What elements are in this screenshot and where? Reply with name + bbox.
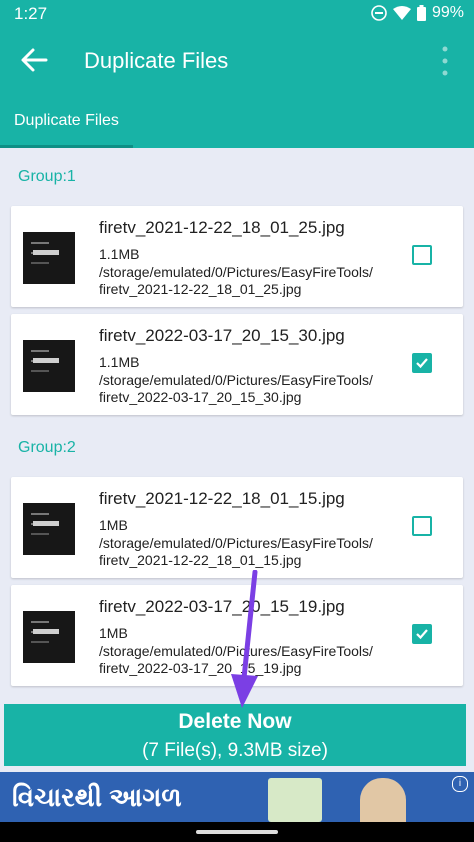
select-checkbox[interactable] xyxy=(412,245,432,265)
dnd-icon xyxy=(371,5,387,21)
file-name: firetv_2021-12-22_18_01_15.jpg xyxy=(99,489,345,508)
checkmark-icon xyxy=(416,629,428,640)
file-path: /storage/emulated/0/Pictures/EasyFireToo… xyxy=(99,535,373,568)
status-icons: 99% xyxy=(371,4,464,22)
file-card[interactable]: firetv_2021-12-22_18_01_25.jpg 1.1MB /st… xyxy=(11,206,463,307)
file-thumbnail xyxy=(23,503,75,555)
ad-person-image xyxy=(360,778,406,822)
file-size: 1MB xyxy=(99,625,128,641)
home-gesture-handle[interactable] xyxy=(196,830,278,834)
group-label: Group:2 xyxy=(18,439,76,456)
page-title: Duplicate Files xyxy=(84,48,229,73)
wifi-icon xyxy=(392,6,411,20)
file-size: 1.1MB xyxy=(99,354,140,370)
delete-summary: (7 File(s), 9.3MB size) xyxy=(142,740,328,761)
file-name: firetv_2022-03-17_20_15_19.jpg xyxy=(99,597,345,616)
file-thumbnail xyxy=(23,232,75,284)
status-bar: 1:27 99% xyxy=(0,0,474,28)
file-name: firetv_2022-03-17_20_15_30.jpg xyxy=(99,326,345,345)
ad-info-icon[interactable]: i xyxy=(452,776,468,792)
ad-product-image xyxy=(268,778,322,822)
file-thumbnail xyxy=(23,340,75,392)
file-path: /storage/emulated/0/Pictures/EasyFireToo… xyxy=(99,372,373,405)
group-label: Group:1 xyxy=(18,168,76,185)
battery-icon xyxy=(416,5,426,21)
file-path: /storage/emulated/0/Pictures/EasyFireToo… xyxy=(99,264,373,297)
file-name: firetv_2021-12-22_18_01_25.jpg xyxy=(99,218,345,237)
system-nav-bar xyxy=(0,822,474,842)
tab-bar: Duplicate Files xyxy=(0,94,474,148)
ad-text: વિચારથી આગળ xyxy=(12,782,182,812)
more-vert-icon[interactable] xyxy=(440,44,450,78)
select-checkbox[interactable] xyxy=(412,624,432,644)
ad-banner[interactable]: વિચારથી આગળ i xyxy=(0,772,474,822)
battery-percent: 99% xyxy=(431,4,464,21)
tab-duplicate-files[interactable]: Duplicate Files xyxy=(14,112,119,130)
file-thumbnail xyxy=(23,611,75,663)
select-checkbox[interactable] xyxy=(412,353,432,373)
file-size: 1.1MB xyxy=(99,246,140,262)
delete-now-button[interactable]: Delete Now (7 File(s), 9.3MB size) xyxy=(4,704,466,766)
checkmark-icon xyxy=(416,358,428,369)
annotation-arrow-icon xyxy=(231,570,258,708)
select-checkbox[interactable] xyxy=(412,516,432,536)
arrow-left-icon[interactable] xyxy=(16,42,52,78)
file-size: 1MB xyxy=(99,517,128,533)
app-bar: Duplicate Files xyxy=(0,28,474,94)
file-card[interactable]: firetv_2021-12-22_18_01_15.jpg 1MB /stor… xyxy=(11,477,463,578)
delete-button-label: Delete Now xyxy=(178,710,292,733)
status-time: 1:27 xyxy=(14,4,48,23)
file-card[interactable]: firetv_2022-03-17_20_15_30.jpg 1.1MB /st… xyxy=(11,314,463,415)
